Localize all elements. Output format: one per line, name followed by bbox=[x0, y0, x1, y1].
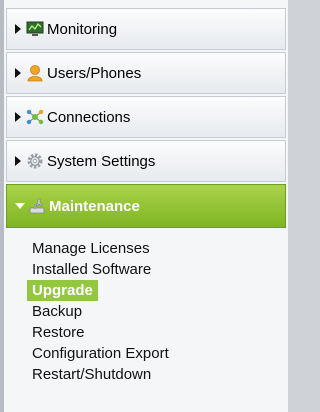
connections-icon bbox=[26, 108, 44, 126]
expand-arrow-icon bbox=[15, 68, 21, 78]
collapse-arrow-icon bbox=[15, 203, 25, 209]
nav-section-users-phones[interactable]: Users/Phones bbox=[6, 52, 286, 94]
submenu-item-upgrade[interactable]: Upgrade bbox=[27, 280, 98, 301]
nav-section-maintenance[interactable]: Maintenance bbox=[6, 184, 286, 228]
nav-section-label: Maintenance bbox=[49, 197, 140, 215]
nav-section-label: Users/Phones bbox=[47, 64, 142, 82]
submenu-item-installed-software[interactable]: Installed Software bbox=[32, 259, 288, 280]
nav-section-label: Connections bbox=[47, 108, 131, 126]
submenu-item-configuration-export[interactable]: Configuration Export bbox=[32, 343, 288, 364]
nav-section-system-settings[interactable]: System Settings bbox=[6, 140, 286, 182]
nav-section-label: Monitoring bbox=[47, 20, 118, 38]
user-icon bbox=[26, 64, 44, 82]
nav-section-label: System Settings bbox=[47, 152, 156, 170]
navigation-sidebar: Monitoring Users/Phones Connections Syst… bbox=[0, 0, 288, 412]
monitor-icon bbox=[26, 20, 44, 38]
maintenance-submenu: Manage Licenses Installed Software Upgra… bbox=[4, 230, 288, 385]
nav-section-connections[interactable]: Connections bbox=[6, 96, 286, 138]
submenu-item-backup[interactable]: Backup bbox=[32, 301, 288, 322]
submenu-item-restore[interactable]: Restore bbox=[32, 322, 288, 343]
submenu-item-restart-shutdown[interactable]: Restart/Shutdown bbox=[32, 364, 288, 385]
expand-arrow-icon bbox=[15, 24, 21, 34]
expand-arrow-icon bbox=[15, 156, 21, 166]
nav-section-monitoring[interactable]: Monitoring bbox=[6, 8, 286, 50]
wrench-icon bbox=[28, 197, 46, 215]
gear-icon bbox=[26, 152, 44, 170]
submenu-item-manage-licenses[interactable]: Manage Licenses bbox=[32, 238, 288, 259]
expand-arrow-icon bbox=[15, 112, 21, 122]
